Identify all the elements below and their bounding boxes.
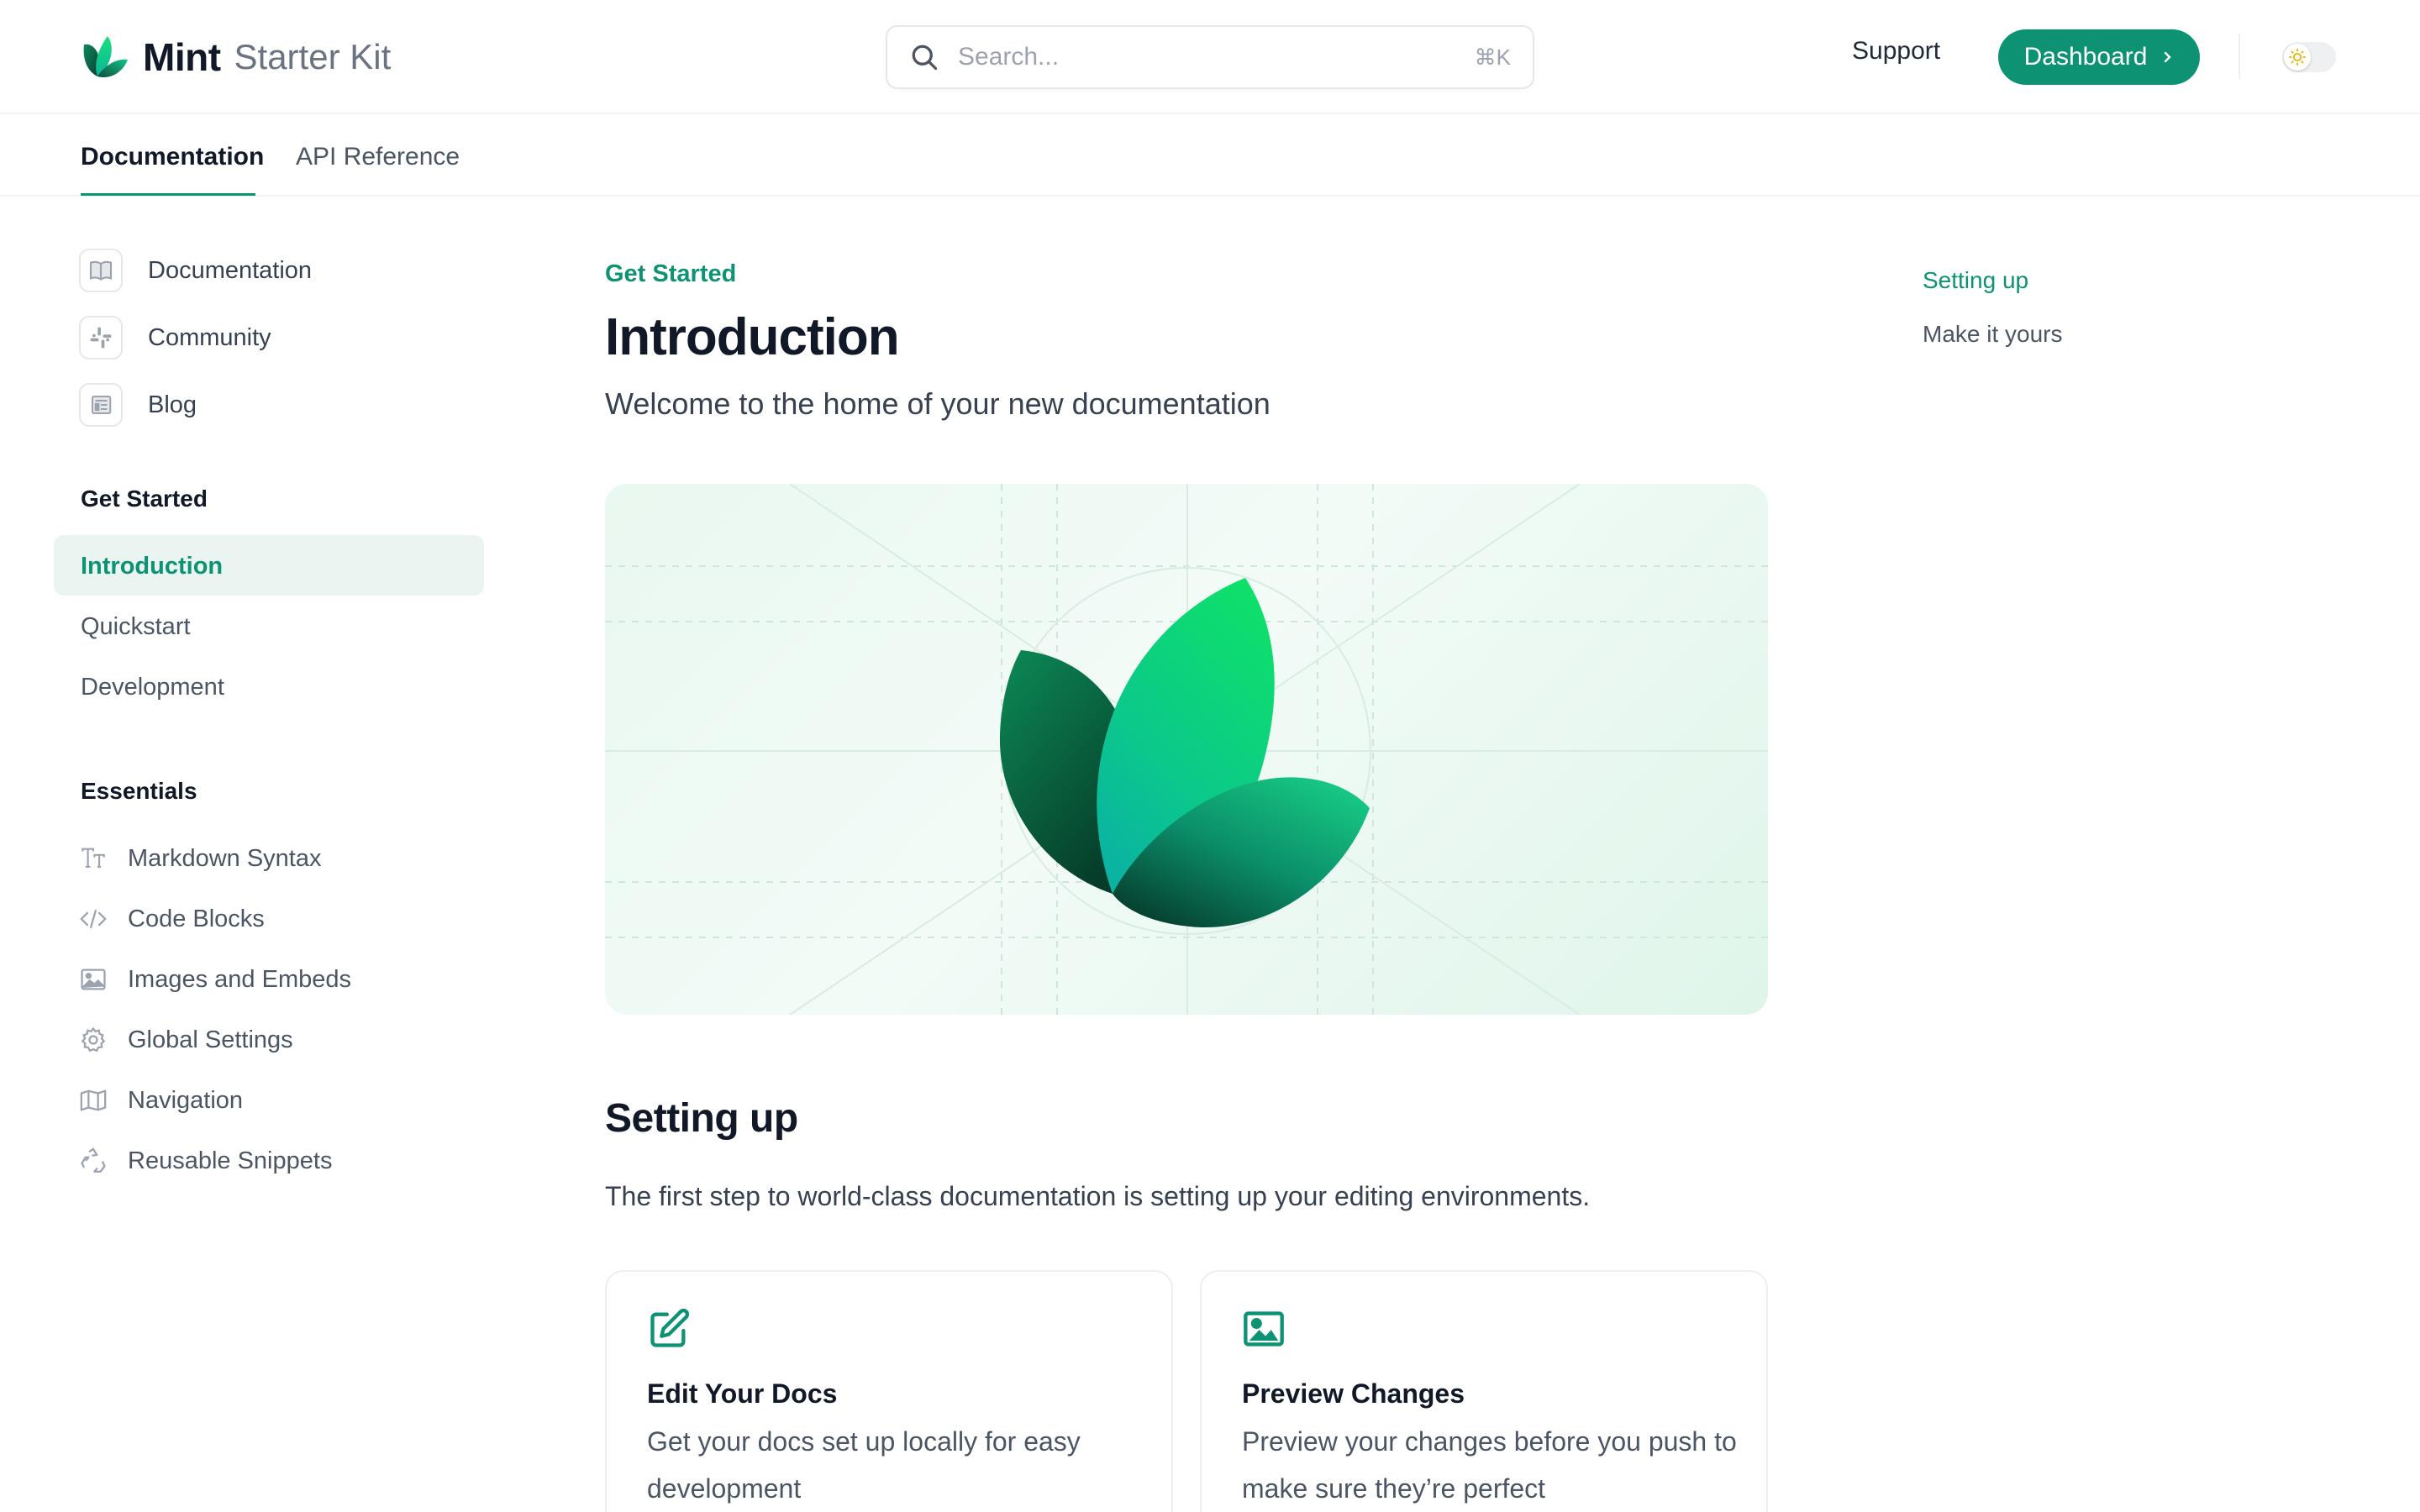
page-eyebrow: Get Started [605, 260, 737, 287]
sidebar-anchor-label: Community [148, 323, 271, 351]
mint-leaf-logo-icon [83, 36, 128, 78]
sidebar-item-code-blocks[interactable]: Code Blocks [79, 902, 265, 936]
page-title: Introduction [605, 308, 900, 366]
tab-documentation[interactable]: Documentation [81, 143, 264, 171]
hero-image [605, 484, 1768, 1015]
brand-name: Mint [143, 35, 221, 79]
toc-item-make-it-yours[interactable]: Make it yours [1923, 321, 2063, 348]
sidebar-item-global-settings[interactable]: Global Settings [79, 1023, 293, 1057]
image-icon [1244, 1311, 1284, 1347]
card-title: Preview Changes [1242, 1378, 1465, 1409]
card-preview-changes[interactable]: Preview Changes Preview your changes bef… [1200, 1270, 1768, 1512]
sidebar-item-images-and-embeds[interactable]: Images and Embeds [79, 963, 351, 996]
code-icon [80, 909, 107, 929]
book-icon [89, 260, 113, 281]
text-size-icon [82, 848, 105, 868]
toc-item-setting-up[interactable]: Setting up [1923, 267, 2028, 294]
card-text: Preview your changes before you push to … [1242, 1426, 1737, 1504]
search-icon [912, 45, 938, 71]
dashboard-button-label: Dashboard [2023, 43, 2148, 71]
anchor-icon-box [79, 249, 123, 292]
page-description: Welcome to the home of your new document… [605, 386, 1270, 421]
sidebar-item-navigation[interactable]: Navigation [79, 1084, 243, 1117]
dashboard-button[interactable]: Dashboard [1998, 29, 2200, 85]
sidebar-anchor-label: Blog [148, 391, 197, 418]
theme-toggle[interactable] [2282, 42, 2336, 72]
anchor-icon-box [79, 383, 123, 427]
image-icon [81, 969, 106, 990]
sun-icon [2288, 48, 2307, 66]
sidebar-item-introduction[interactable]: Introduction [81, 553, 223, 580]
sidebar-anchor-community[interactable]: Community [79, 316, 271, 360]
section-heading-setting-up: Setting up [605, 1096, 798, 1141]
card-title: Edit Your Docs [647, 1378, 838, 1409]
sidebar-anchor-blog[interactable]: Blog [79, 383, 197, 427]
sidebar-item-label: Global Settings [128, 1026, 293, 1053]
sidebar-item-reusable-snippets[interactable]: Reusable Snippets [79, 1144, 332, 1178]
sidebar-item-label: Navigation [128, 1086, 244, 1114]
hero-leaf-illustration [605, 484, 1768, 1015]
sidebar-anchor-label: Documentation [148, 256, 313, 284]
sidebar-item-markdown-syntax[interactable]: Markdown Syntax [79, 842, 322, 875]
search-input[interactable] [958, 43, 1475, 71]
sidebar-item-label: Reusable Snippets [128, 1147, 333, 1174]
sidebar-group-title: Get Started [81, 486, 208, 512]
card-text: Get your docs set up locally for easy de… [647, 1426, 1081, 1504]
section-paragraph: The first step to world-class documentat… [605, 1181, 1591, 1211]
sidebar: Documentation Community Blog Get Started… [0, 197, 538, 1512]
search-bar[interactable]: ⌘K [886, 25, 1534, 89]
card-edit-your-docs[interactable]: Edit Your Docs Get your docs set up loca… [605, 1270, 1173, 1512]
pen-to-square-icon [650, 1308, 690, 1347]
newspaper-icon [92, 396, 112, 414]
top-navbar: Mint Starter Kit ⌘K Support Dashboard [0, 0, 2420, 114]
sidebar-group-title: Essentials [81, 778, 197, 804]
sidebar-item-development[interactable]: Development [81, 674, 224, 701]
slack-icon [90, 327, 112, 349]
sidebar-item-quickstart[interactable]: Quickstart [81, 613, 191, 641]
sidebar-item-label: Code Blocks [128, 905, 265, 932]
chevron-right-icon [2165, 51, 2172, 63]
sidebar-item-label: Images and Embeds [128, 965, 351, 993]
sidebar-anchor-documentation[interactable]: Documentation [79, 249, 312, 292]
header-divider [2238, 34, 2240, 79]
theme-toggle-knob [2284, 44, 2311, 71]
sidebar-item-label: Markdown Syntax [128, 844, 322, 872]
brand-product: Starter Kit [234, 37, 392, 76]
anchor-icon-box [79, 316, 123, 360]
gear-icon [81, 1026, 106, 1053]
support-link[interactable]: Support [1852, 37, 1940, 66]
brand-logo[interactable]: Mint Starter Kit [81, 30, 391, 84]
recycle-icon [81, 1147, 106, 1173]
top-tabs: Documentation API Reference [0, 114, 2420, 197]
active-tab-indicator [81, 193, 255, 196]
tab-api-reference[interactable]: API Reference [296, 143, 460, 171]
map-icon [80, 1089, 107, 1111]
search-shortcut: ⌘K [1474, 44, 1511, 70]
